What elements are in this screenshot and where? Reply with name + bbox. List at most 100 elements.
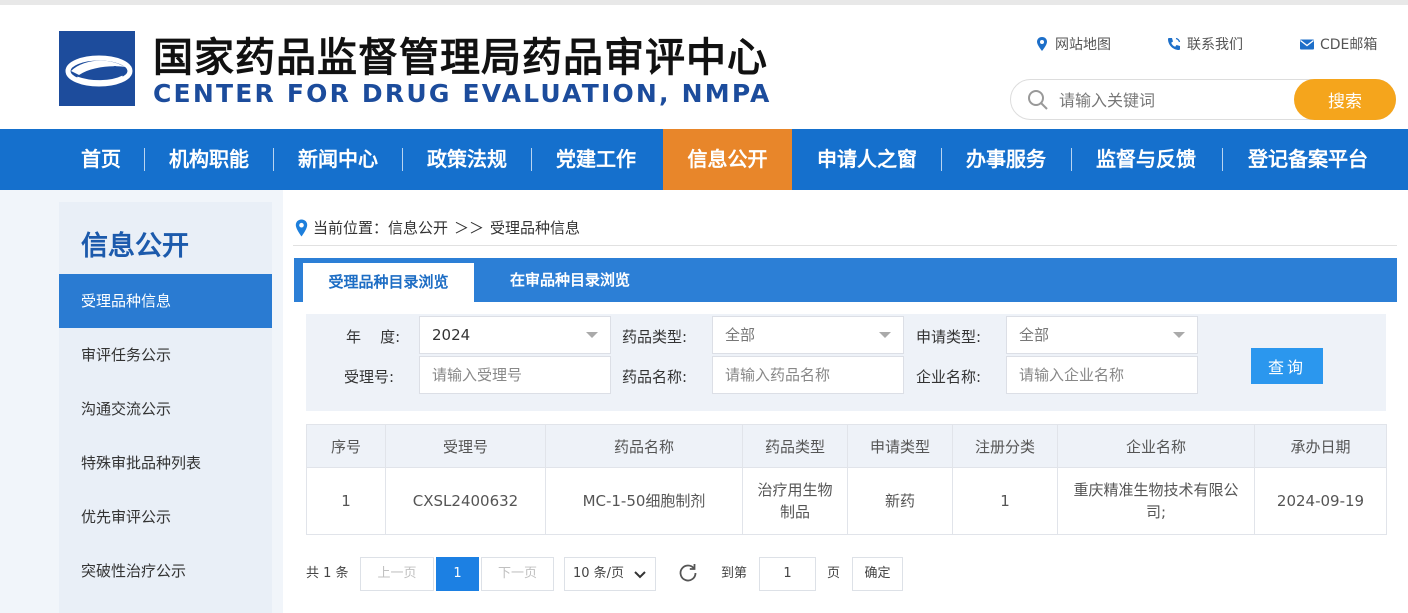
col-header-drug-type: 药品类型 bbox=[742, 424, 848, 468]
location-pin-icon bbox=[295, 219, 308, 236]
contact-label: 联系我们 bbox=[1187, 37, 1243, 53]
nav-applicant[interactable]: 申请人之窗 bbox=[804, 129, 930, 190]
main-nav: 首页 机构职能 新闻中心 政策法规 党建工作 信息公开 申请人之窗 办事服务 监… bbox=[0, 129, 1408, 190]
sidebar-item-review-tasks[interactable]: 审评任务公示 bbox=[59, 328, 272, 382]
search-input[interactable] bbox=[1059, 88, 1289, 112]
chevron-down-icon bbox=[634, 571, 646, 579]
cell-date: 2024-09-19 bbox=[1254, 467, 1387, 535]
site-header: 国家药品监督管理局药品审评中心 CENTER FOR DRUG EVALUATI… bbox=[0, 5, 1408, 129]
next-page-button[interactable]: 下一页 bbox=[481, 557, 554, 591]
apply-type-label: 申请类型: bbox=[916, 328, 982, 346]
goto-confirm-button[interactable]: 确定 bbox=[852, 557, 903, 591]
page-button-current[interactable]: 1 bbox=[436, 557, 479, 591]
nav-home[interactable]: 首页 bbox=[66, 129, 136, 190]
sidebar-item-accepted-varieties[interactable]: 受理品种信息 bbox=[59, 274, 272, 328]
location-pin-icon bbox=[1037, 37, 1047, 51]
nav-feedback[interactable]: 监督与反馈 bbox=[1082, 129, 1210, 190]
cde-mail-label: CDE邮箱 bbox=[1320, 37, 1378, 53]
total-count: 共 1 条 bbox=[306, 566, 349, 581]
year-label: 年 度: bbox=[346, 328, 401, 346]
col-header-index: 序号 bbox=[306, 424, 386, 468]
goto-page-input[interactable]: 1 bbox=[759, 557, 816, 591]
tab-bar: 受理品种目录浏览 在审品种目录浏览 bbox=[294, 258, 1397, 302]
sidebar: 信息公开 受理品种信息 审评任务公示 沟通交流公示 特殊审批品种列表 优先审评公… bbox=[59, 202, 272, 613]
sitemap-link[interactable]: 网站地图 bbox=[1034, 34, 1111, 54]
nav-news[interactable]: 新闻中心 bbox=[285, 129, 391, 190]
breadcrumb-current: 受理品种信息 bbox=[490, 219, 581, 237]
drug-type-select[interactable]: 全部 bbox=[712, 316, 904, 354]
query-button[interactable]: 查询 bbox=[1251, 348, 1323, 384]
cell-index: 1 bbox=[306, 467, 386, 535]
nav-divider bbox=[1071, 148, 1072, 171]
drug-name-input[interactable] bbox=[712, 356, 904, 394]
search-icon bbox=[1028, 90, 1048, 110]
breadcrumb-prefix: 当前位置： bbox=[313, 219, 389, 237]
cell-drug-name: MC-1-50细胞制剂 bbox=[545, 467, 743, 535]
tab-under-review-catalog[interactable]: 在审品种目录浏览 bbox=[484, 258, 656, 302]
drug-type-value: 全部 bbox=[725, 326, 756, 344]
search-button[interactable]: 搜索 bbox=[1294, 79, 1396, 120]
sidebar-item-breakthrough[interactable]: 突破性治疗公示 bbox=[59, 544, 272, 598]
sidebar-title: 信息公开 bbox=[81, 231, 189, 262]
chevron-down-icon bbox=[1173, 332, 1185, 338]
sidebar-item-communication[interactable]: 沟通交流公示 bbox=[59, 382, 272, 436]
breadcrumb-separator: ＞＞ bbox=[454, 219, 485, 237]
apply-type-value: 全部 bbox=[1019, 326, 1050, 344]
top-links: 网站地图 联系我们 CDE邮箱 bbox=[0, 34, 1408, 54]
chevron-down-icon bbox=[879, 332, 891, 338]
goto-label: 到第 bbox=[721, 566, 748, 581]
breadcrumb: 当前位置： 信息公开 ＞＞ 受理品种信息 bbox=[295, 217, 580, 238]
table-row[interactable]: 1 CXSL2400632 MC-1-50细胞制剂 治疗用生物制品 新药 1 重… bbox=[306, 467, 1387, 535]
sidebar-item-special-approval[interactable]: 特殊审批品种列表 bbox=[59, 436, 272, 490]
nav-divider bbox=[273, 148, 274, 171]
nav-divider bbox=[144, 148, 145, 171]
tab-accepted-catalog[interactable]: 受理品种目录浏览 bbox=[303, 263, 474, 302]
breadcrumb-divider bbox=[293, 245, 1397, 246]
accept-no-input[interactable] bbox=[419, 356, 611, 394]
col-header-date: 承办日期 bbox=[1254, 424, 1387, 468]
nav-registration[interactable]: 登记备案平台 bbox=[1233, 129, 1383, 190]
site-search: 搜索 bbox=[1010, 79, 1396, 120]
cell-accept-no[interactable]: CXSL2400632 bbox=[385, 467, 546, 535]
cell-apply-type: 新药 bbox=[847, 467, 953, 535]
cell-reg-class: 1 bbox=[952, 467, 1058, 535]
drug-type-label: 药品类型: bbox=[622, 328, 688, 346]
chevron-down-icon bbox=[586, 332, 598, 338]
cell-company: 重庆精准生物技术有限公司; bbox=[1057, 467, 1255, 535]
refresh-icon[interactable] bbox=[677, 562, 699, 584]
accept-no-label: 受理号: bbox=[344, 368, 395, 386]
nav-divider bbox=[1222, 148, 1223, 171]
col-header-reg-class: 注册分类 bbox=[952, 424, 1058, 468]
phone-icon bbox=[1168, 37, 1181, 50]
nav-functions[interactable]: 机构职能 bbox=[156, 129, 262, 190]
company-input[interactable] bbox=[1006, 356, 1198, 394]
year-value: 2024 bbox=[432, 326, 471, 344]
nav-divider bbox=[941, 148, 942, 171]
breadcrumb-parent[interactable]: 信息公开 bbox=[388, 217, 448, 238]
mail-icon bbox=[1300, 39, 1314, 50]
col-header-drug-name: 药品名称 bbox=[545, 424, 743, 468]
page-size-select[interactable]: 10 条/页 bbox=[564, 557, 656, 591]
pagination: 共 1 条 上一页 1 下一页 10 条/页 到第 1 页 确定 bbox=[306, 557, 1386, 591]
nav-party[interactable]: 党建工作 bbox=[543, 129, 649, 190]
company-label: 企业名称: bbox=[916, 368, 982, 386]
sitemap-label: 网站地图 bbox=[1055, 37, 1111, 53]
table-header-row: 序号 受理号 药品名称 药品类型 申请类型 注册分类 企业名称 承办日期 bbox=[306, 424, 1387, 468]
col-header-company: 企业名称 bbox=[1057, 424, 1255, 468]
page-size-value: 10 条/页 bbox=[573, 566, 625, 581]
nav-policy[interactable]: 政策法规 bbox=[414, 129, 520, 190]
results-table: 序号 受理号 药品名称 药品类型 申请类型 注册分类 企业名称 承办日期 1 C… bbox=[306, 424, 1387, 535]
nav-services[interactable]: 办事服务 bbox=[953, 129, 1059, 190]
prev-page-button[interactable]: 上一页 bbox=[360, 557, 434, 591]
main-content: 当前位置： 信息公开 ＞＞ 受理品种信息 受理品种目录浏览 在审品种目录浏览 年… bbox=[283, 190, 1408, 613]
nav-info-public[interactable]: 信息公开 bbox=[663, 129, 792, 190]
cde-mail-link[interactable]: CDE邮箱 bbox=[1299, 34, 1377, 54]
page-unit-label: 页 bbox=[827, 566, 841, 581]
sidebar-item-priority-review[interactable]: 优先审评公示 bbox=[59, 490, 272, 544]
apply-type-select[interactable]: 全部 bbox=[1006, 316, 1198, 354]
cell-drug-type: 治疗用生物制品 bbox=[742, 467, 848, 535]
contact-link[interactable]: 联系我们 bbox=[1166, 34, 1243, 54]
year-select[interactable]: 2024 bbox=[419, 316, 611, 354]
col-header-apply-type: 申请类型 bbox=[847, 424, 953, 468]
filter-panel: 年 度: 2024 药品类型: 全部 申请类型: 全部 受理号: 药品名称: 企… bbox=[306, 314, 1386, 411]
